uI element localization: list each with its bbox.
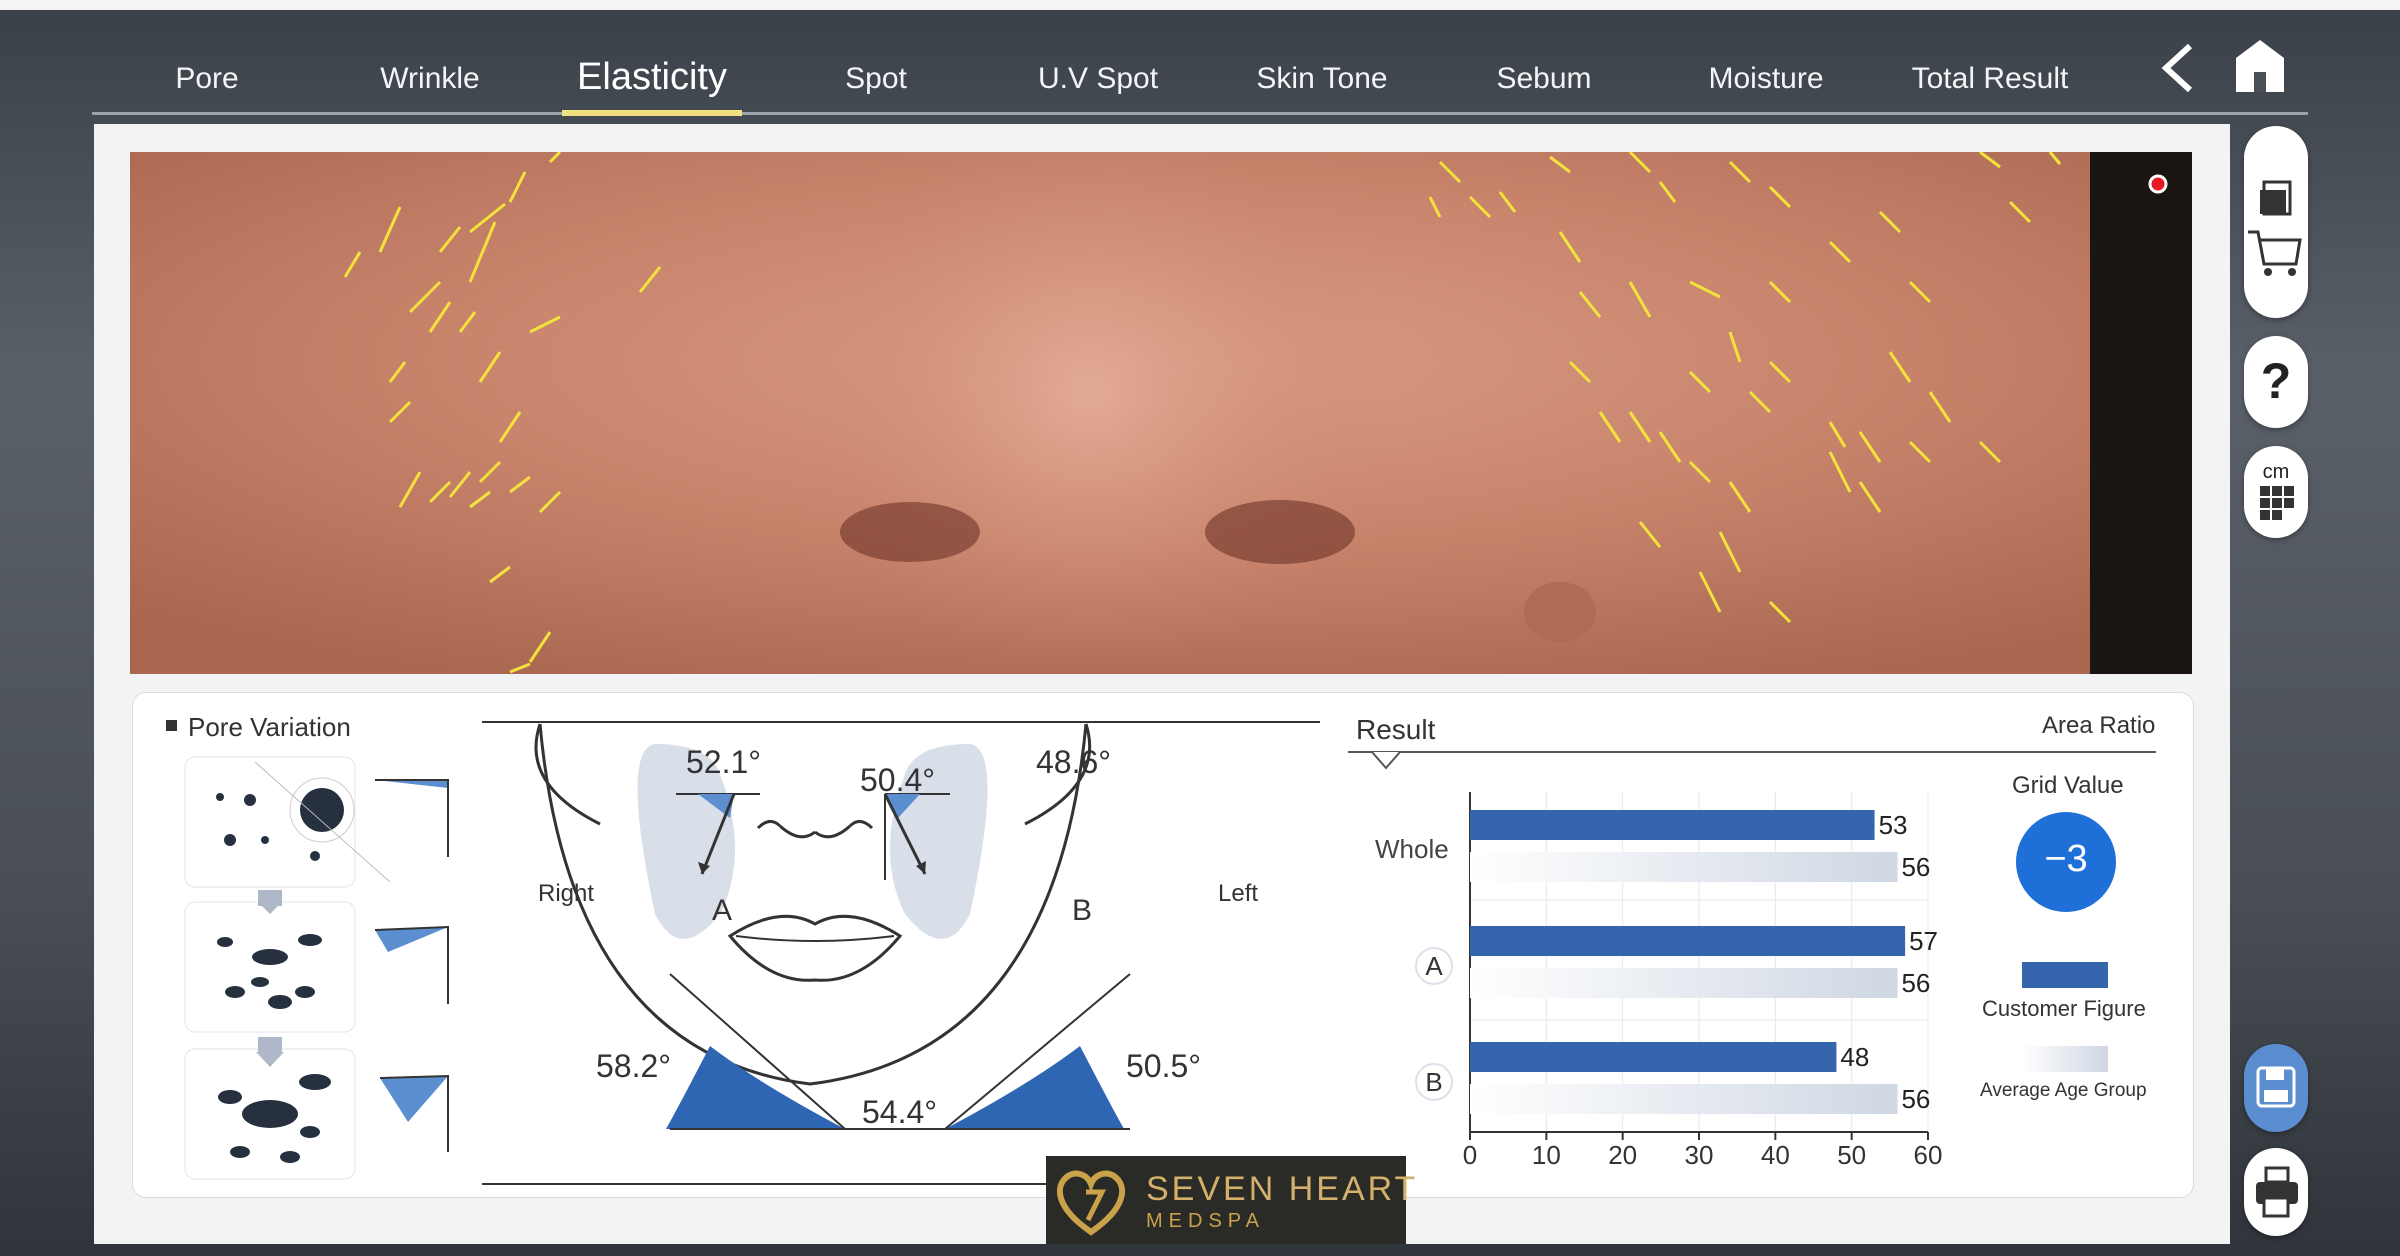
legend-average-label: Average Age Group [1980,1080,2147,1101]
bar-average [1470,852,1898,882]
category-label: Whole [1375,834,1449,864]
chevron-left-icon [2161,43,2193,93]
home-icon [2236,40,2284,92]
legend-customer-label: Customer Figure [1982,996,2146,1021]
bar-value-label: 56 [1901,1084,1930,1114]
bar-value-label: 56 [1901,852,1930,882]
save-button[interactable] [2244,1044,2308,1132]
window-title-strip [0,0,2400,10]
angle-b-value: 48.6° [1036,744,1112,780]
bar-value-label: 53 [1879,810,1908,840]
zone-b-label: B [1072,894,1093,927]
tab-elasticity[interactable]: Elasticity [577,56,727,99]
tab-uv-spot[interactable]: U.V Spot [1038,62,1158,96]
x-tick-label: 20 [1608,1140,1637,1170]
right-side-label: Right [538,880,595,907]
angle-center-value: 50.4° [860,762,936,798]
category-label: A [1425,951,1443,981]
area-ratio-chart: 0 10 20 30 40 50 60 53 56 Whole 57 56 A 48 56 B [1375,792,1943,1170]
nav-divider [92,112,2308,115]
heart-logo-icon [1056,1170,1126,1236]
tab-spot[interactable]: Spot [845,62,907,96]
left-side-label: Left [1218,880,1259,907]
bar-average [1470,968,1898,998]
grid-area-button[interactable]: cm [2244,446,2308,538]
tab-moisture[interactable]: Moisture [1708,62,1823,96]
jaw-right-angle: 58.2° [596,1048,672,1084]
logo-sub: MEDSPA [1146,1210,1265,1232]
x-tick-label: 30 [1685,1140,1714,1170]
tab-total-result[interactable]: Total Result [1912,62,2069,96]
bar-value-label: 56 [1901,968,1930,998]
tab-sebum[interactable]: Sebum [1496,62,1591,96]
floppy-disk-icon [2256,1066,2296,1108]
cart-icon [2248,180,2302,276]
bar-customer [1470,810,1875,840]
bar-value-label: 48 [1840,1042,1869,1072]
print-button[interactable] [2244,1148,2308,1236]
bar-customer [1470,1042,1837,1072]
bar-average [1470,1084,1898,1114]
square-bullet-icon [166,720,177,731]
top-nav: Pore Wrinkle Elasticity Spot U.V Spot Sk… [92,40,2308,118]
tab-skin-tone[interactable]: Skin Tone [1256,62,1387,96]
logo-name: SEVEN HEART [1146,1170,1419,1208]
home-button[interactable] [2232,36,2288,96]
jaw-left-angle: 50.5° [1126,1048,1202,1084]
angle-a-value: 52.1° [686,744,762,780]
back-button[interactable] [2150,38,2210,98]
category-label: B [1425,1067,1442,1097]
legend-customer-swatch [2022,962,2108,988]
tab-pore[interactable]: Pore [175,62,238,96]
x-tick-label: 60 [1914,1140,1943,1170]
question-icon: ? [2261,353,2292,409]
active-tab-indicator [562,110,742,116]
area-ratio-label: Area Ratio [2042,712,2156,739]
x-tick-label: 50 [1837,1140,1866,1170]
tab-wrinkle[interactable]: Wrinkle [380,62,479,96]
grid-value-badge: −3 [2016,812,2116,912]
x-tick-label: 40 [1761,1140,1790,1170]
legend-average-swatch [2022,1046,2108,1072]
result-title: Result [1356,714,1436,745]
pore-variation-diagram [184,756,449,1180]
report-cart-button[interactable] [2244,126,2308,318]
bar-value-label: 57 [1909,926,1938,956]
grid-value-label: Grid Value [2012,772,2124,799]
seven-heart-logo: SEVEN HEART MEDSPA [1046,1156,1415,1244]
pore-variation-title: Pore Variation [188,712,351,742]
svg-text:cm: cm [2263,461,2290,483]
bar-customer [1470,926,1906,956]
result-divider [1348,751,2156,770]
skin-photo [130,152,2192,674]
grid-value: −3 [2044,838,2088,880]
grid-cm-icon: cm [2260,461,2294,520]
help-button[interactable]: ? [2244,336,2308,428]
svg-text:?: ? [2261,353,2292,409]
zone-a-label: A [712,894,733,927]
x-tick-label: 0 [1463,1140,1477,1170]
jaw-center-angle: 54.4° [862,1094,938,1130]
printer-icon [2256,1166,2298,1218]
x-tick-label: 10 [1532,1140,1561,1170]
